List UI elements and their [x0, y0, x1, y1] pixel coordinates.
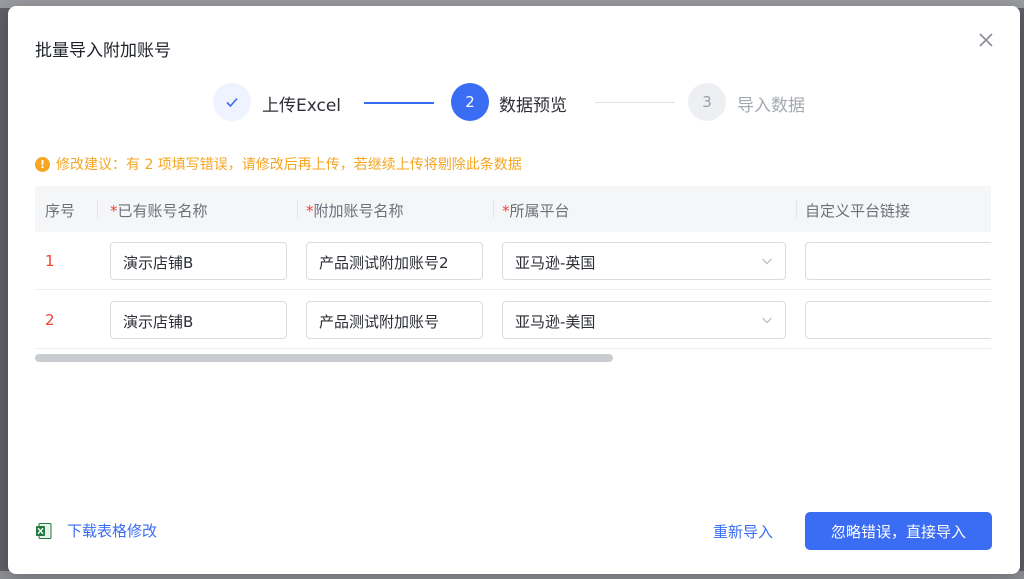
custom-link-input[interactable]: [805, 242, 991, 280]
column-header-custom-link: 自定义平台链接: [805, 202, 911, 220]
column-header-index: 序号: [45, 202, 76, 220]
column-divider: [297, 200, 298, 218]
row-index: 2: [45, 311, 55, 329]
column-header-platform: *所属平台: [502, 202, 570, 220]
warning-text: 修改建议：有 2 项填写错误，请修改后再上传，若继续上传将剔除此条数据: [56, 157, 522, 173]
step-1-label: 上传Excel: [262, 96, 342, 116]
table-header: 序号 *已有账号名称 *附加账号名称 *所属平台 自定义平台链接: [35, 186, 991, 232]
platform-select[interactable]: 亚马逊-美国: [502, 301, 786, 339]
platform-select-value: 亚马逊-英国: [515, 254, 596, 272]
warning-message: ! 修改建议：有 2 项填写错误，请修改后再上传，若继续上传将剔除此条数据: [35, 154, 522, 174]
reimport-button[interactable]: 重新导入: [702, 512, 784, 550]
download-template-link[interactable]: 下载表格修改: [35, 520, 157, 541]
table-row: 1 演示店铺B 产品测试附加账号2 亚马逊-英国: [35, 232, 991, 290]
step-3-label: 导入数据: [737, 96, 805, 116]
batch-import-dialog: 批量导入附加账号 上传Excel 2 数据预览 3 导入数据 ! 修改建议：有 …: [8, 6, 1020, 574]
preview-table: 序号 *已有账号名称 *附加账号名称 *所属平台 自定义平台链接 1 演示店铺B…: [35, 186, 991, 364]
step-connector-1: [364, 102, 434, 104]
warning-icon: !: [35, 156, 50, 172]
platform-select-value: 亚马逊-美国: [515, 313, 596, 331]
excel-icon: [36, 522, 52, 539]
account-name-input[interactable]: 演示店铺B: [110, 301, 287, 339]
account-name-input[interactable]: 演示店铺B: [110, 242, 287, 280]
steps-bar: 上传Excel 2 数据预览 3 导入数据: [8, 82, 1020, 122]
column-divider: [493, 200, 494, 218]
custom-link-input[interactable]: [805, 301, 991, 339]
extra-account-name-input[interactable]: 产品测试附加账号: [306, 301, 483, 339]
horizontal-scrollbar[interactable]: [35, 354, 991, 362]
column-divider: [97, 200, 98, 218]
scrollbar-thumb[interactable]: [35, 354, 613, 362]
extra-account-name-input[interactable]: 产品测试附加账号2: [306, 242, 483, 280]
step-2-number: 2: [451, 83, 489, 121]
download-label: 下载表格修改: [67, 522, 158, 540]
chevron-down-icon: [761, 255, 773, 267]
column-header-extra-account: *附加账号名称: [306, 202, 404, 220]
step-3-number: 3: [688, 83, 726, 121]
dialog-title: 批量导入附加账号: [35, 41, 171, 61]
row-index: 1: [45, 252, 55, 270]
chevron-down-icon: [761, 314, 773, 326]
table-row: 2 演示店铺B 产品测试附加账号 亚马逊-美国: [35, 291, 991, 349]
close-icon[interactable]: [976, 30, 996, 50]
column-divider: [796, 200, 797, 218]
column-header-account: *已有账号名称: [110, 202, 208, 220]
step-1-check-icon: [213, 83, 251, 121]
step-connector-2: [595, 102, 675, 103]
platform-select[interactable]: 亚马逊-英国: [502, 242, 786, 280]
step-2-label: 数据预览: [499, 96, 567, 116]
ignore-errors-import-button[interactable]: 忽略错误，直接导入: [805, 512, 992, 550]
